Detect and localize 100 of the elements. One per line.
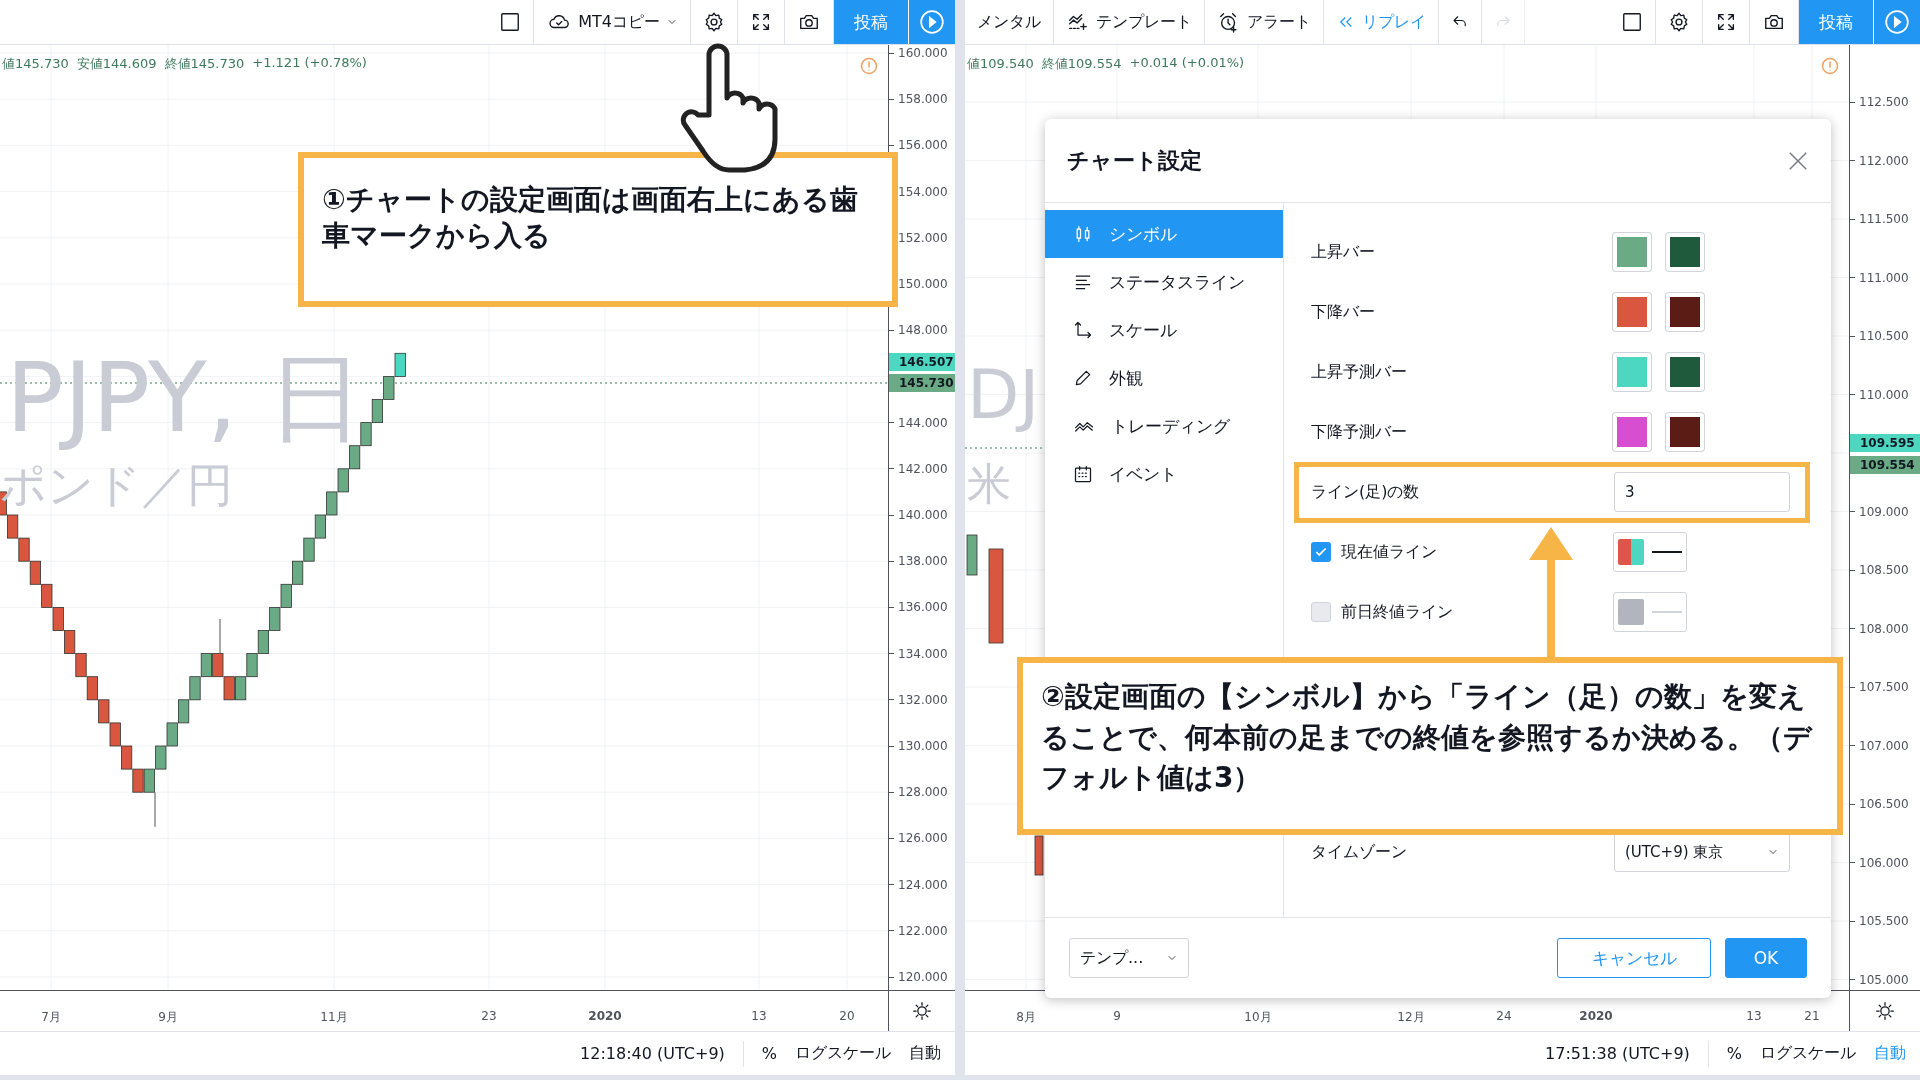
settings-nav-item[interactable]: トレーディング: [1045, 402, 1283, 450]
price-label: 122.000: [898, 923, 948, 938]
fullscreen-icon: [750, 11, 772, 33]
color-swatch[interactable]: [1666, 413, 1704, 451]
color-swatch[interactable]: [1613, 233, 1651, 271]
price-label: 105.500: [1859, 914, 1909, 928]
checkmark-icon: [1314, 545, 1328, 559]
color-swatch[interactable]: [1613, 353, 1651, 391]
color-swatch[interactable]: [1666, 233, 1704, 271]
percent-toggle[interactable]: %: [1726, 1044, 1742, 1063]
color-swatch[interactable]: [1666, 293, 1704, 331]
settings-nav-item[interactable]: スケール: [1045, 306, 1283, 354]
price-label: 111.000: [1859, 270, 1909, 285]
price-label: 107.000: [1859, 738, 1909, 753]
warning-icon: [860, 57, 878, 75]
time-label: 9月: [158, 1009, 178, 1026]
time-label: 20: [839, 1009, 855, 1023]
color-swatch[interactable]: [1613, 293, 1651, 331]
setting-label: ライン(足)の数: [1311, 481, 1420, 503]
square-icon: [499, 11, 522, 33]
price-label: 111.500: [1859, 212, 1909, 226]
play-button[interactable]: [909, 0, 955, 44]
time-label: 2020: [1579, 1009, 1613, 1023]
log-scale-toggle[interactable]: ログスケール: [795, 1043, 891, 1064]
time-label: 9: [1113, 1009, 1121, 1023]
wave-plus-icon: [1066, 11, 1090, 33]
play-icon: [919, 9, 945, 35]
play-button[interactable]: [1874, 0, 1920, 44]
template-select[interactable]: テンプ...: [1069, 938, 1189, 978]
price-label: 142.000: [898, 461, 948, 476]
time-label: 7月: [41, 1009, 61, 1026]
setting-label: 下降予測バー: [1311, 421, 1407, 443]
pencil-icon: [1073, 368, 1093, 388]
time-label: 10月: [1244, 1009, 1272, 1026]
calendar-icon: [1073, 464, 1093, 484]
ohlc-value: +1.121 (+0.78%): [252, 55, 367, 72]
price-label: 108.000: [1859, 621, 1909, 636]
price-label: 148.000: [898, 323, 948, 338]
ohlc-value: 終値109.554: [1041, 55, 1122, 73]
price-label: 110.000: [1859, 387, 1909, 402]
warning-icon: [1821, 57, 1839, 75]
number-input[interactable]: 3: [1614, 472, 1790, 512]
price-label: 152.000: [898, 230, 948, 245]
price-label: 140.000: [898, 508, 948, 522]
ohlc-value: 値145.730: [2, 55, 69, 73]
price-label: 136.000: [898, 600, 948, 615]
axes-icon: [1073, 320, 1093, 340]
price-label: 138.000: [898, 554, 948, 569]
sun-gear-icon: [1875, 1001, 1895, 1021]
dialog-title: チャート設定: [1067, 146, 1202, 175]
close-icon[interactable]: [1787, 149, 1809, 172]
time-label: 11月: [320, 1009, 348, 1026]
price-label: 108.500: [1859, 563, 1909, 577]
setting-label: 上昇バー: [1311, 241, 1375, 263]
ohlc-value: 値109.540: [967, 55, 1034, 73]
color-swatch[interactable]: [1613, 413, 1651, 451]
price-label: 106.500: [1859, 797, 1909, 811]
time-label: 8月: [1016, 1009, 1036, 1026]
settings-nav-item[interactable]: イベント: [1045, 450, 1283, 498]
checkbox[interactable]: [1311, 542, 1331, 562]
price-label: 130.000: [898, 739, 948, 753]
settings-nav-item[interactable]: 外観: [1045, 354, 1283, 402]
annotation-callout: ②設定画面の【シンボル】から「ライン（足）の数」を変えることで、何本前の足までの終値を参照するか決める。（デフォルト値は3）: [1017, 657, 1843, 835]
time-label: 24: [1496, 1009, 1512, 1023]
price-label: 144.000: [898, 415, 948, 430]
time-label: 13: [1746, 1009, 1762, 1023]
ohlc-value: 安値144.609: [76, 55, 157, 73]
time-label: 12月: [1397, 1009, 1425, 1026]
ohlc-value: +0.014 (+0.01%): [1129, 55, 1245, 72]
price-label: 156.000: [898, 138, 948, 153]
setting-label: 前日終値ライン: [1341, 601, 1453, 623]
clock-time[interactable]: 12:18:40 (UTC+9): [580, 1044, 725, 1063]
square-icon: [1621, 11, 1643, 33]
price-label: 112.000: [1859, 153, 1909, 168]
auto-scale-toggle[interactable]: 自動: [909, 1043, 941, 1064]
checkbox[interactable]: [1311, 602, 1331, 622]
percent-toggle[interactable]: %: [761, 1044, 777, 1063]
price-label: 112.500: [1859, 95, 1909, 109]
price-label: 154.000: [898, 184, 948, 199]
line-style-picker[interactable]: [1613, 532, 1687, 572]
color-swatch[interactable]: [1666, 353, 1704, 391]
price-label: 109.000: [1859, 504, 1909, 519]
price-badge: 109.595: [1850, 434, 1920, 452]
time-label: 2020: [588, 1009, 622, 1023]
settings-icon: [1668, 11, 1690, 33]
price-label: 124.000: [898, 877, 948, 892]
time-label: 13: [751, 1009, 767, 1023]
sun-gear-icon: [912, 1001, 932, 1021]
price-label: 160.000: [898, 46, 948, 60]
price-badge: 109.554: [1850, 456, 1920, 474]
settings-nav-item[interactable]: ステータスライン: [1045, 258, 1283, 306]
clock-time[interactable]: 17:51:38 (UTC+9): [1545, 1044, 1690, 1063]
annotation-callout: ①チャートの設定画面は画面右上にある歯車マークから入る: [298, 152, 898, 307]
setting-label: 現在値ライン: [1341, 541, 1437, 563]
price-label: 126.000: [898, 831, 948, 846]
price-label: 150.000: [898, 277, 948, 291]
setting-label: タイムゾーン: [1311, 841, 1407, 863]
price-label: 107.500: [1859, 680, 1909, 694]
log-scale-toggle[interactable]: ログスケール: [1760, 1043, 1856, 1064]
settings-icon: [703, 11, 725, 33]
